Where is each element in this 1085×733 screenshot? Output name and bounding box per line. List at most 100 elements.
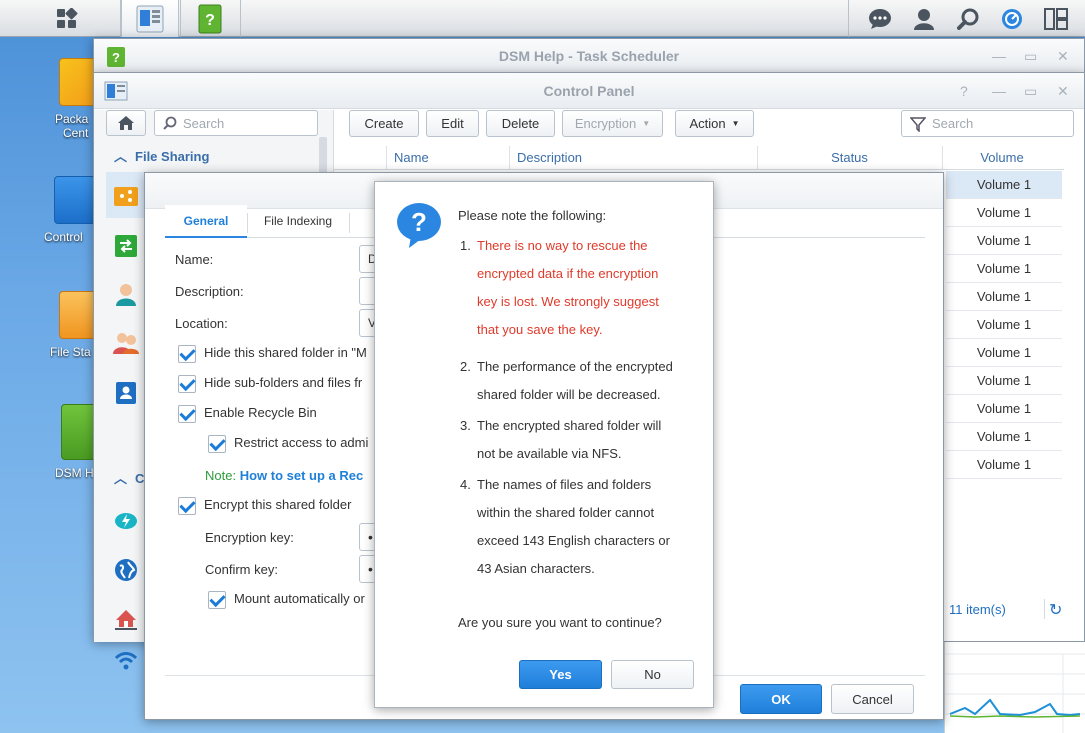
table-row[interactable]: Volume 1 bbox=[946, 339, 1062, 367]
hide-folder-checkbox[interactable] bbox=[178, 345, 196, 363]
table-row[interactable]: Volume 1 bbox=[946, 283, 1062, 311]
resource-monitor-widget bbox=[944, 642, 1085, 733]
tab-general[interactable]: General bbox=[165, 205, 247, 238]
column-description[interactable]: Description bbox=[517, 146, 582, 170]
maximize-icon[interactable]: ▭ bbox=[1024, 73, 1037, 109]
maximize-icon[interactable]: ▭ bbox=[1024, 39, 1037, 73]
cancel-button[interactable]: Cancel bbox=[831, 684, 914, 714]
create-button[interactable]: Create bbox=[349, 110, 419, 137]
search-button[interactable] bbox=[948, 0, 988, 37]
close-icon[interactable]: ✕ bbox=[1057, 73, 1069, 109]
no-button[interactable]: No bbox=[611, 660, 694, 689]
table-row[interactable]: Volume 1 bbox=[946, 227, 1062, 255]
mount-auto-option[interactable]: Mount automatically or bbox=[208, 591, 365, 609]
action-dropdown[interactable]: Action ▼ bbox=[675, 110, 754, 137]
search-icon bbox=[957, 8, 979, 30]
action-label: Action bbox=[689, 116, 726, 131]
filter-search[interactable]: Search bbox=[901, 110, 1074, 137]
widgets-button[interactable] bbox=[1036, 0, 1076, 37]
table-row[interactable]: Volume 1 bbox=[946, 423, 1062, 451]
file-services-icon[interactable] bbox=[106, 226, 146, 266]
filter-search-placeholder: Search bbox=[932, 116, 974, 131]
confirm-question: Are you sure you want to continue? bbox=[458, 615, 662, 630]
control-panel-icon bbox=[104, 81, 128, 104]
hide-folder-option[interactable]: Hide this shared folder in "M bbox=[178, 345, 367, 363]
network-icon[interactable] bbox=[106, 600, 146, 640]
warning-item-number: 4. bbox=[460, 477, 471, 492]
user-icon[interactable] bbox=[106, 274, 146, 314]
main-menu-button[interactable] bbox=[38, 0, 96, 37]
wireless-icon[interactable] bbox=[106, 648, 146, 672]
control-panel-icon bbox=[136, 5, 164, 32]
table-row[interactable]: Volume 1 bbox=[946, 311, 1062, 339]
taskbar-control-panel-button[interactable] bbox=[121, 0, 179, 37]
encryption-dropdown[interactable]: Encryption ▼ bbox=[562, 110, 663, 137]
restrict-access-option[interactable]: Restrict access to admi bbox=[208, 435, 368, 453]
chat-button[interactable] bbox=[860, 0, 900, 37]
location-label: Location: bbox=[175, 316, 228, 331]
encrypt-option[interactable]: Encrypt this shared folder bbox=[178, 497, 351, 515]
tab-file-indexing[interactable]: File Indexing bbox=[247, 205, 349, 238]
widgets-icon bbox=[1044, 7, 1068, 30]
minimize-icon[interactable]: — bbox=[992, 39, 1006, 73]
help-book-icon: ? bbox=[198, 4, 222, 33]
chat-icon bbox=[869, 8, 891, 29]
encrypt-checkbox[interactable] bbox=[178, 497, 196, 515]
warning-item-number: 1. bbox=[460, 238, 471, 253]
table-row[interactable]: Volume 1 bbox=[946, 255, 1062, 283]
confirm-key-label: Confirm key: bbox=[205, 562, 278, 577]
section-file-sharing[interactable]: ︿ File Sharing bbox=[114, 146, 209, 165]
name-label: Name: bbox=[175, 252, 214, 267]
home-button[interactable] bbox=[106, 110, 146, 136]
restrict-access-checkbox[interactable] bbox=[208, 435, 226, 453]
taskbar-dsm-help-button[interactable]: ? bbox=[181, 0, 239, 37]
help-question-icon[interactable]: ? bbox=[960, 73, 968, 109]
question-bubble-icon: ? bbox=[395, 202, 443, 253]
control-panel-icon bbox=[54, 176, 96, 224]
hide-subfolders-option[interactable]: Hide sub-folders and files fr bbox=[178, 375, 362, 393]
mount-auto-checkbox[interactable] bbox=[208, 591, 226, 609]
notification-button[interactable] bbox=[992, 0, 1032, 37]
section-c[interactable]: ︿ C bbox=[114, 468, 144, 487]
group-icon[interactable] bbox=[106, 322, 146, 362]
user-button[interactable] bbox=[904, 0, 944, 37]
sidebar-search[interactable]: Search bbox=[154, 110, 318, 136]
yes-button[interactable]: Yes bbox=[519, 660, 602, 689]
search-icon bbox=[163, 116, 177, 130]
refresh-icon[interactable]: ↻ bbox=[1049, 600, 1062, 620]
directory-icon[interactable] bbox=[106, 373, 146, 413]
table-row[interactable]: Volume 1 bbox=[946, 199, 1062, 227]
external-access-icon[interactable] bbox=[106, 550, 146, 590]
recycle-bin-option[interactable]: Enable Recycle Bin bbox=[178, 405, 317, 423]
delete-button[interactable]: Delete bbox=[486, 110, 555, 137]
recycle-bin-checkbox[interactable] bbox=[178, 405, 196, 423]
encryption-warning-dialog: ? Please note the following: 1. There is … bbox=[374, 181, 714, 708]
encryption-label: Encryption bbox=[574, 116, 637, 131]
quickconnect-icon[interactable] bbox=[106, 500, 146, 540]
warning-item-number: 2. bbox=[460, 359, 471, 374]
table-row[interactable]: Volume 1 bbox=[946, 367, 1062, 395]
hide-subfolders-checkbox[interactable] bbox=[178, 375, 196, 393]
table-row[interactable]: Volume 1 bbox=[946, 171, 1062, 199]
warning-item-line: The performance of the encrypted bbox=[477, 359, 673, 374]
caret-down-icon: ▼ bbox=[642, 119, 651, 128]
sidebar-search-placeholder: Search bbox=[183, 115, 225, 131]
table-row[interactable]: Volume 1 bbox=[946, 395, 1062, 423]
ok-button[interactable]: OK bbox=[740, 684, 822, 714]
svg-text:?: ? bbox=[112, 50, 120, 65]
svg-text:?: ? bbox=[205, 12, 215, 29]
chevron-up-icon: ︿ bbox=[114, 149, 128, 164]
table-row[interactable]: Volume 1 bbox=[946, 451, 1062, 479]
recycle-help-link[interactable]: How to set up a Rec bbox=[240, 468, 364, 483]
edit-button[interactable]: Edit bbox=[426, 110, 479, 137]
warning-item-line: The names of files and folders bbox=[477, 477, 652, 492]
caret-down-icon: ▼ bbox=[731, 119, 740, 128]
help-window: DSM Help - Task Scheduler ? — ▭ ✕ bbox=[93, 38, 1085, 73]
minimize-icon[interactable]: — bbox=[992, 73, 1006, 109]
column-volume[interactable]: Volume bbox=[942, 146, 1062, 170]
column-status[interactable]: Status bbox=[757, 146, 942, 170]
column-name[interactable]: Name bbox=[394, 146, 429, 170]
warning-heading: Please note the following: bbox=[458, 208, 607, 223]
warning-item-line: that you save the key. bbox=[477, 322, 603, 337]
close-icon[interactable]: ✕ bbox=[1057, 39, 1069, 73]
